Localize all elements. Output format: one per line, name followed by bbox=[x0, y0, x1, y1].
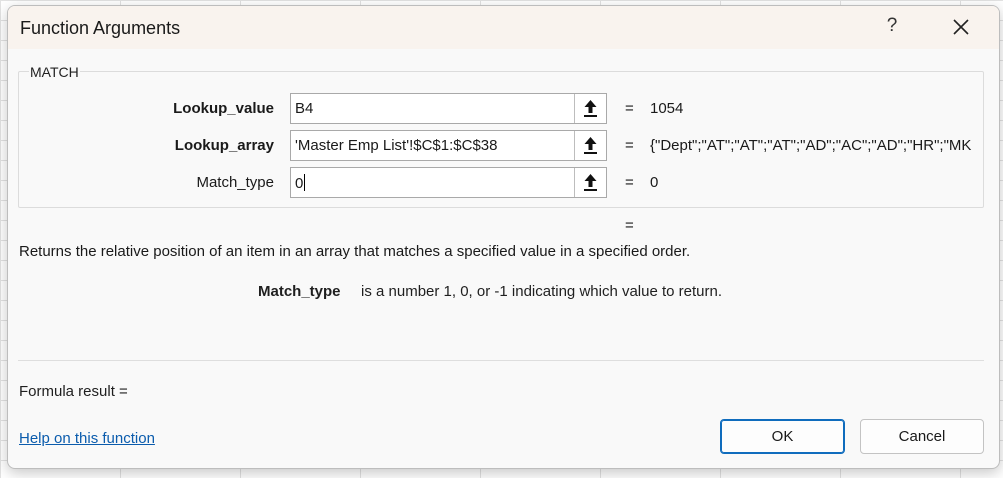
parameter-help-name: Match_type bbox=[258, 283, 341, 300]
lookup-array-ref-button[interactable] bbox=[574, 131, 606, 160]
lookup-value-result: 1054 bbox=[650, 100, 684, 117]
match-type-ref-button[interactable] bbox=[574, 168, 606, 197]
match-type-text-wrap: 0 bbox=[295, 174, 306, 192]
dialog-title: Function Arguments bbox=[20, 18, 181, 38]
help-on-function-link[interactable]: Help on this function bbox=[19, 430, 155, 447]
lookup-value-label: Lookup_value bbox=[173, 100, 274, 117]
divider bbox=[18, 360, 984, 361]
collapse-dialog-arrow-icon bbox=[584, 137, 597, 154]
match-type-label: Match_type bbox=[196, 174, 274, 191]
formula-result-label: Formula result = bbox=[19, 383, 128, 400]
lookup-value-ref-button[interactable] bbox=[574, 94, 606, 123]
parameter-help-text: is a number 1, 0, or -1 indicating which… bbox=[361, 283, 723, 300]
lookup-array-input[interactable]: 'Master Emp List'!$C$1:$C$38 bbox=[290, 130, 607, 161]
lookup-value-text: B4 bbox=[295, 100, 314, 117]
ok-button[interactable]: OK bbox=[720, 419, 845, 454]
function-result-equals: = bbox=[625, 217, 634, 234]
close-icon bbox=[953, 19, 969, 35]
match-type-input[interactable]: 0 bbox=[290, 167, 607, 198]
text-cursor bbox=[304, 174, 306, 191]
help-button[interactable]: ? bbox=[882, 15, 902, 39]
close-button[interactable] bbox=[944, 11, 978, 43]
function-name: MATCH bbox=[29, 64, 80, 80]
function-arguments-dialog: Function Arguments ? MATCH Lookup_value … bbox=[7, 5, 1000, 469]
lookup-array-equals: = bbox=[625, 137, 634, 154]
function-description: Returns the relative position of an item… bbox=[19, 243, 691, 260]
lookup-array-text: 'Master Emp List'!$C$1:$C$38 bbox=[295, 137, 498, 154]
collapse-dialog-arrow-icon bbox=[584, 174, 597, 191]
lookup-value-equals: = bbox=[625, 100, 634, 117]
match-type-equals: = bbox=[625, 174, 634, 191]
lookup-array-result: {"Dept";"AT";"AT";"AT";"AD";"AC";"AD";"H… bbox=[650, 137, 972, 154]
cancel-button[interactable]: Cancel bbox=[860, 419, 984, 454]
match-type-text: 0 bbox=[295, 175, 304, 192]
collapse-dialog-arrow-icon bbox=[584, 100, 597, 117]
title-bar: Function Arguments ? bbox=[8, 6, 999, 49]
lookup-value-input[interactable]: B4 bbox=[290, 93, 607, 124]
match-type-result: 0 bbox=[650, 174, 659, 191]
lookup-array-label: Lookup_array bbox=[174, 137, 274, 154]
